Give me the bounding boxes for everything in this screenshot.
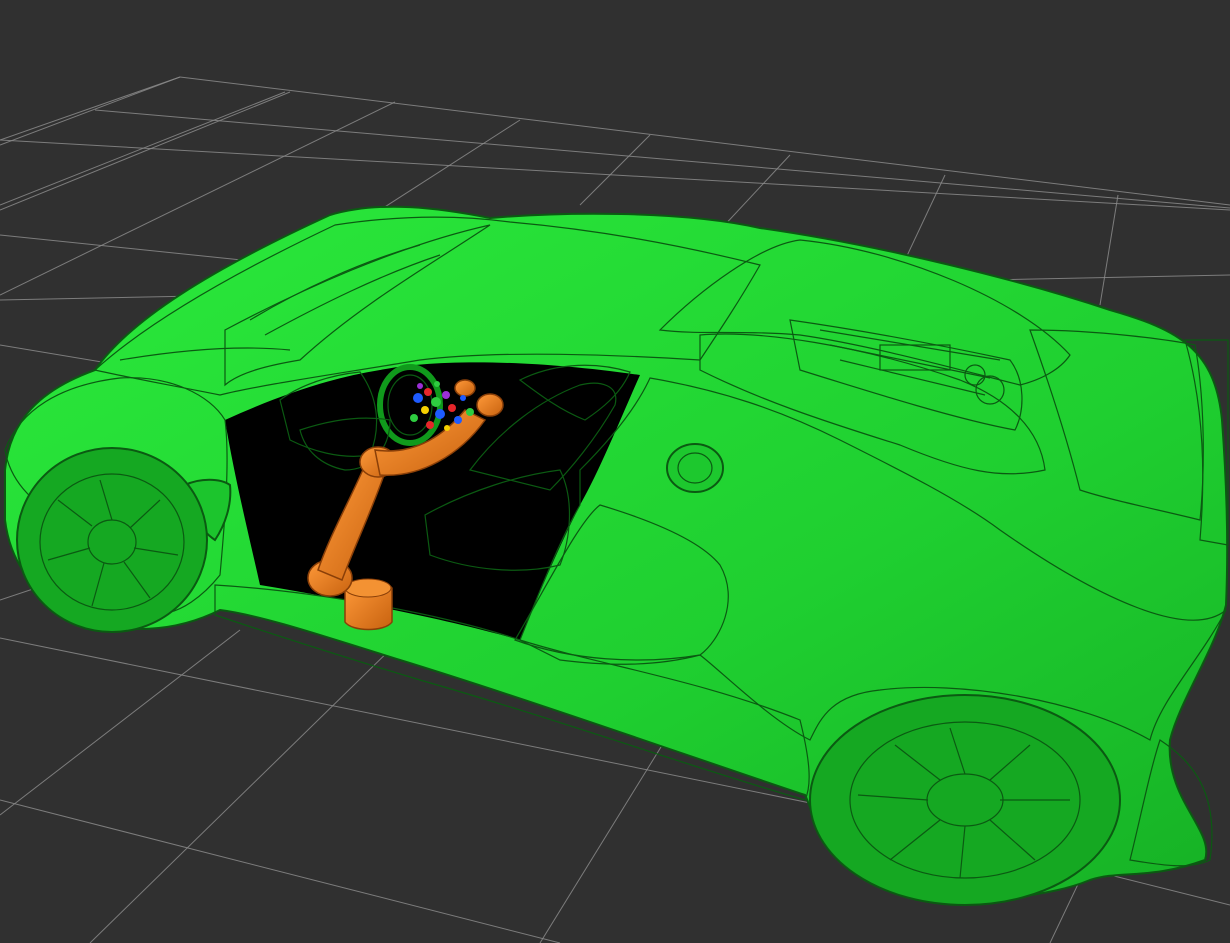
3d-viewport[interactable] — [0, 0, 1230, 943]
scene-canvas[interactable] — [0, 0, 1230, 943]
front-wheel — [16, 447, 208, 633]
fuel-cap — [666, 443, 724, 493]
rear-wheel — [809, 694, 1121, 906]
car-model[interactable] — [4, 205, 1229, 906]
